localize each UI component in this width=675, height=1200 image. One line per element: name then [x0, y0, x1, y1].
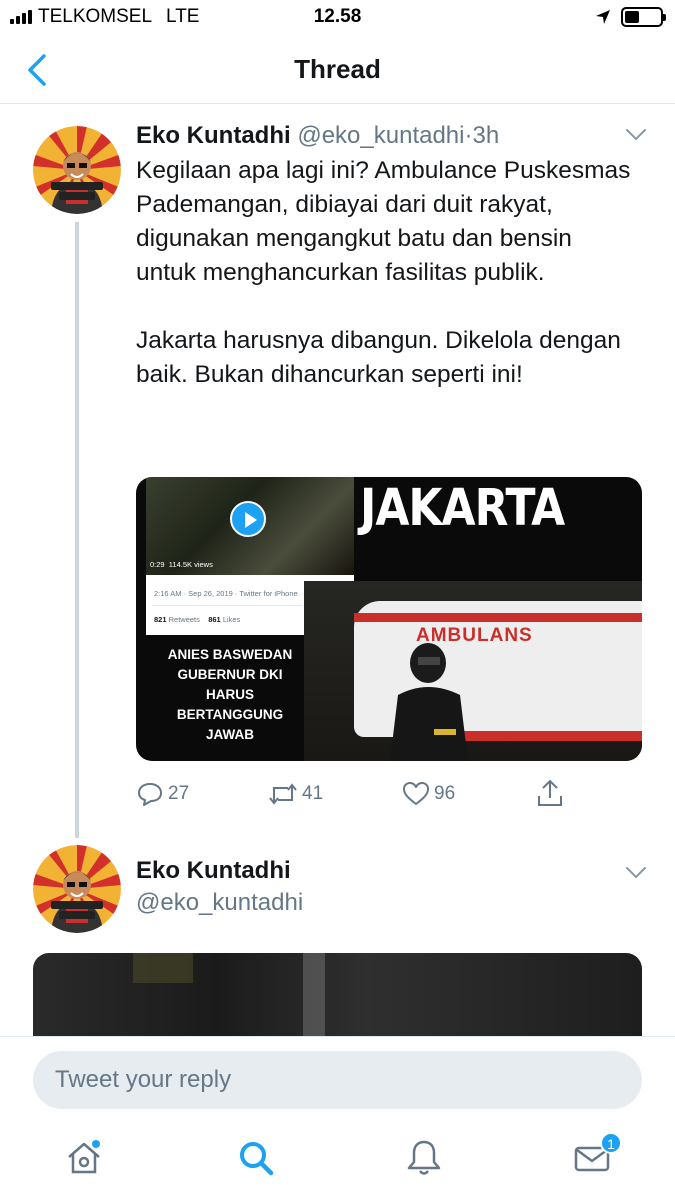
embed-duration: 0:29 114.5K views: [150, 560, 213, 569]
embed-retweets-label: Retweets: [168, 615, 200, 624]
embed-stats: 821 Retweets 861 Likes: [154, 615, 240, 624]
avatar[interactable]: [33, 126, 121, 214]
nav-bar: Thread: [0, 36, 675, 104]
tweet-time: 3h: [472, 122, 500, 149]
status-right: [595, 7, 666, 27]
thread-line: [75, 222, 79, 838]
heart-icon: [403, 782, 429, 805]
media-headline: JAKARTA: [360, 479, 565, 538]
chevron-down-icon[interactable]: [625, 128, 647, 142]
ambulance-stripe: [354, 613, 642, 622]
battery-icon: [621, 7, 666, 27]
search-icon[interactable]: [236, 1138, 276, 1178]
messages-badge: 1: [600, 1132, 622, 1154]
avatar-image: [33, 126, 121, 214]
retweet-button[interactable]: 41: [268, 780, 323, 808]
police-officer-image: [390, 643, 468, 761]
media-caption: ANIES BASWEDAN GUBERNUR DKI HARUS BERTAN…: [156, 645, 304, 745]
status-time: 12.58: [313, 6, 362, 27]
share-icon: [538, 779, 562, 806]
avatar-image: [33, 845, 121, 933]
author-handle-block: @eko_kuntadhi: [136, 889, 303, 917]
author-handle[interactable]: @eko_kuntadhi: [297, 122, 464, 149]
reply-icon: [138, 783, 162, 806]
avatar[interactable]: [33, 845, 121, 933]
embed-views-text: 114.5K views: [168, 560, 213, 569]
embed-duration-text: 0:29: [150, 560, 165, 569]
reply-bar: [0, 1036, 675, 1124]
share-button[interactable]: [536, 778, 564, 808]
chevron-down-icon[interactable]: [625, 866, 647, 880]
status-bar: TELKOMSEL LTE 12.58: [0, 0, 675, 36]
embed-divider: [152, 605, 302, 606]
battery-fill: [625, 11, 639, 23]
bell-icon[interactable]: [404, 1138, 444, 1178]
embed-likes-label: Likes: [222, 615, 241, 624]
like-count: 96: [434, 783, 456, 804]
separator-dot: ·: [464, 122, 473, 149]
author-name[interactable]: Eko Kuntadhi: [136, 122, 291, 149]
reply-input[interactable]: [33, 1051, 642, 1109]
location-arrow-icon: [596, 10, 610, 24]
embed-likes-count: 861: [208, 615, 221, 624]
retweet-icon: [269, 783, 297, 805]
tweet-header: Eko Kuntadhi @eko_kuntadhi·3h: [136, 122, 499, 150]
page-title: Thread: [294, 54, 381, 84]
tweet-media[interactable]: 0:29 114.5K views 2:16 AM · Sep 26, 2019…: [136, 477, 642, 761]
home-icon[interactable]: [64, 1138, 104, 1178]
author-name-block: Eko Kuntadhi: [136, 857, 291, 885]
reply-count: 27: [168, 783, 190, 804]
embed-retweets-count: 821: [154, 615, 167, 624]
media-detail: [133, 953, 193, 983]
author-name[interactable]: Eko Kuntadhi: [136, 857, 291, 884]
reply-button[interactable]: 27: [136, 780, 189, 808]
tweet-text: Kegilaan apa lagi ini? Ambulance Puskesm…: [136, 157, 631, 388]
tab-bar: 1: [0, 1124, 675, 1200]
author-handle[interactable]: @eko_kuntadhi: [136, 889, 303, 916]
embed-date: 2:16 AM · Sep 26, 2019 · Twitter for iPh…: [154, 589, 298, 598]
like-button[interactable]: 96: [402, 780, 455, 808]
retweet-count: 41: [302, 783, 324, 804]
media-caption-text: ANIES BASWEDAN GUBERNUR DKI HARUS BERTAN…: [167, 647, 293, 742]
play-icon: [230, 501, 266, 537]
media-scene: AMBULANS: [304, 581, 642, 761]
